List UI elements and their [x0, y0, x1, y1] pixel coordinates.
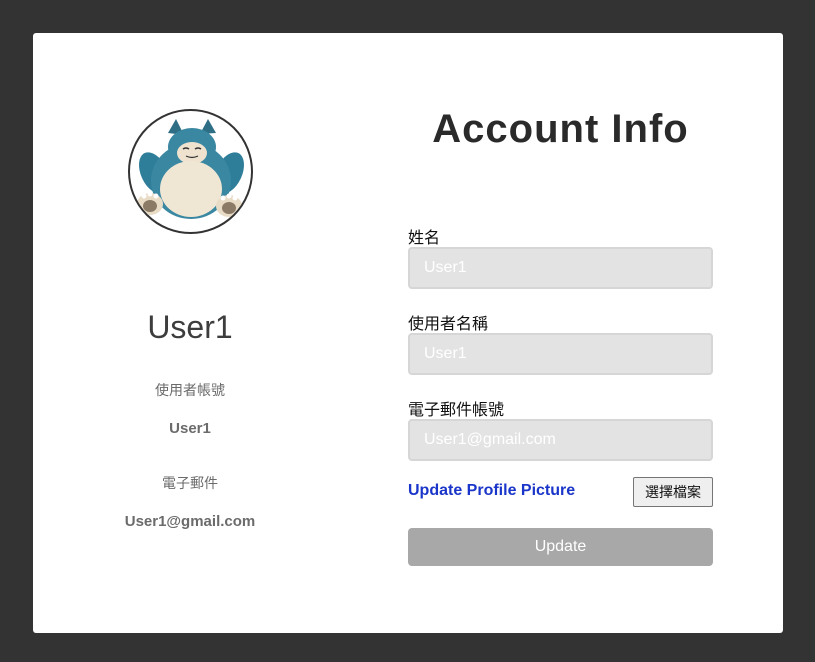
username-value: User1	[169, 420, 211, 437]
update-profile-picture-link[interactable]: Update Profile Picture	[408, 482, 575, 500]
update-button[interactable]: Update	[408, 528, 713, 566]
username-label: 使用者帳號	[155, 383, 225, 399]
email-value: User1@gmail.com	[124, 513, 256, 530]
snorlax-avatar-icon	[137, 119, 245, 219]
profile-display-name: User1	[147, 309, 233, 345]
choose-file-button[interactable]: 選擇檔案	[633, 477, 713, 507]
email-input[interactable]	[408, 419, 713, 461]
username-field-label: 使用者名稱	[408, 314, 489, 333]
username-input[interactable]	[408, 333, 713, 375]
avatar	[128, 109, 253, 234]
account-card: User1 使用者帳號 User1 電子郵件 User1@gmail.com A…	[33, 33, 783, 633]
name-field-label: 姓名	[408, 228, 441, 247]
name-input[interactable]	[408, 247, 713, 289]
page-title: Account Info	[432, 107, 689, 151]
email-field-label: 電子郵件帳號	[408, 400, 505, 419]
email-label: 電子郵件	[162, 476, 218, 492]
